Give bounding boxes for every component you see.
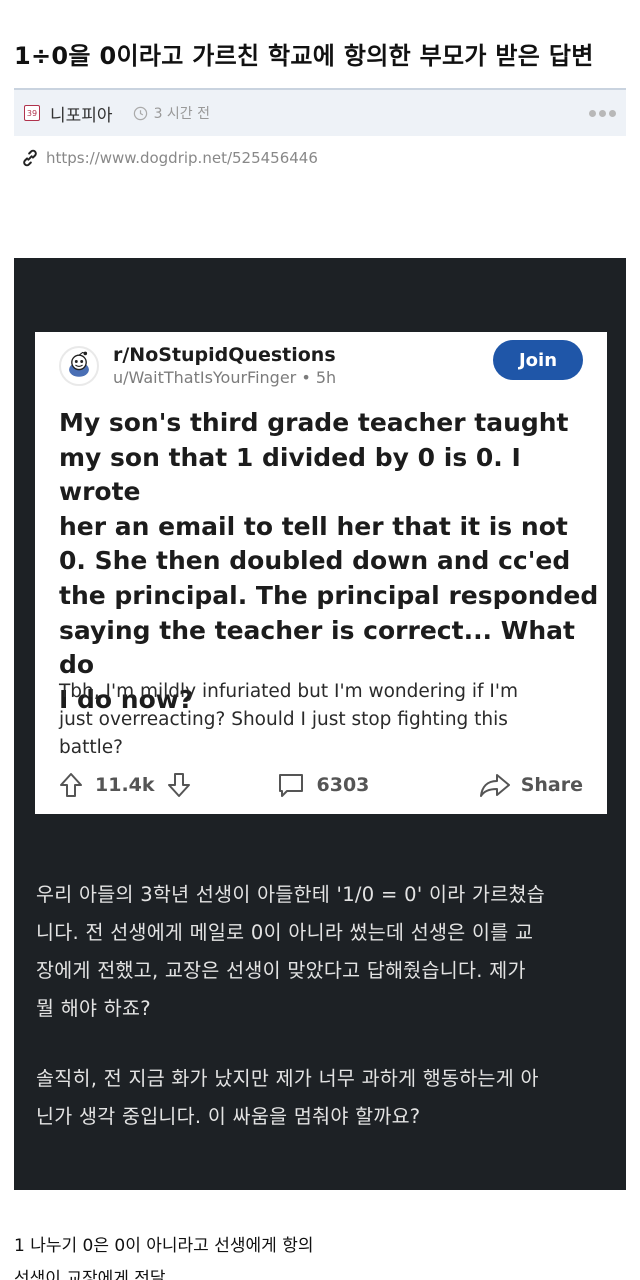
source-url[interactable]: https://www.dogdrip.net/525456446 [46, 149, 318, 167]
join-button[interactable]: Join [493, 340, 583, 380]
clock-icon [133, 106, 147, 120]
share-icon [479, 774, 510, 797]
time-ago: 3 시간 전 [153, 106, 211, 122]
comment-count: 6303 [316, 774, 370, 796]
comment-icon [278, 774, 303, 797]
upvote-icon[interactable] [59, 772, 83, 798]
upvote-count: 11.4k [95, 774, 155, 796]
translation-paragraph-1: 우리 아들의 3학년 선생이 아들한테 '1/0 = 0' 이라 가르쳤습 니다… [36, 883, 545, 1020]
reddit-user-time: u/WaitThatIsYourFinger • 5h [113, 368, 337, 387]
link-icon [23, 149, 37, 167]
post-title: 1÷0을 0이라고 가르친 학교에 항의한 부모가 받은 답변 [14, 42, 594, 70]
downvote-icon[interactable] [167, 772, 191, 798]
vote-group: 11.4k [59, 772, 191, 798]
share-button[interactable]: Share [479, 772, 583, 798]
post-body-text: 1 나누기 0은 0이 아니라고 선생에게 항의 선생이 교장에게 전달 [14, 1236, 314, 1280]
reddit-card: r/NoStupidQuestions u/WaitThatIsYourFing… [35, 332, 607, 814]
translation-paragraph-2: 솔직히, 전 지금 화가 났지만 제가 너무 과하게 행동하는게 아 닌가 생각… [36, 1067, 539, 1128]
more-icon[interactable] [589, 109, 616, 117]
source-link-row[interactable]: https://www.dogdrip.net/525456446 [20, 148, 318, 168]
share-label: Share [520, 774, 583, 796]
subreddit-name[interactable]: r/NoStupidQuestions [113, 344, 336, 366]
reddit-post-body: Tbh, I'm mildly infuriated but I'm wonde… [59, 681, 518, 758]
board-icon: 39 [24, 105, 40, 121]
reddit-post-title: My son's third grade teacher taught my s… [59, 408, 599, 714]
board-name[interactable]: 니포피아 [50, 101, 113, 126]
reddit-header: r/NoStupidQuestions u/WaitThatIsYourFing… [59, 344, 336, 387]
post-meta-bar: 39 니포피아 3 시간 전 [14, 88, 626, 136]
post-image: r/NoStupidQuestions u/WaitThatIsYourFing… [14, 258, 626, 1190]
comments-button[interactable]: 6303 [277, 772, 370, 798]
reddit-action-bar: 11.4k 6303 Share [59, 772, 583, 798]
snoo-avatar-icon [59, 345, 99, 386]
